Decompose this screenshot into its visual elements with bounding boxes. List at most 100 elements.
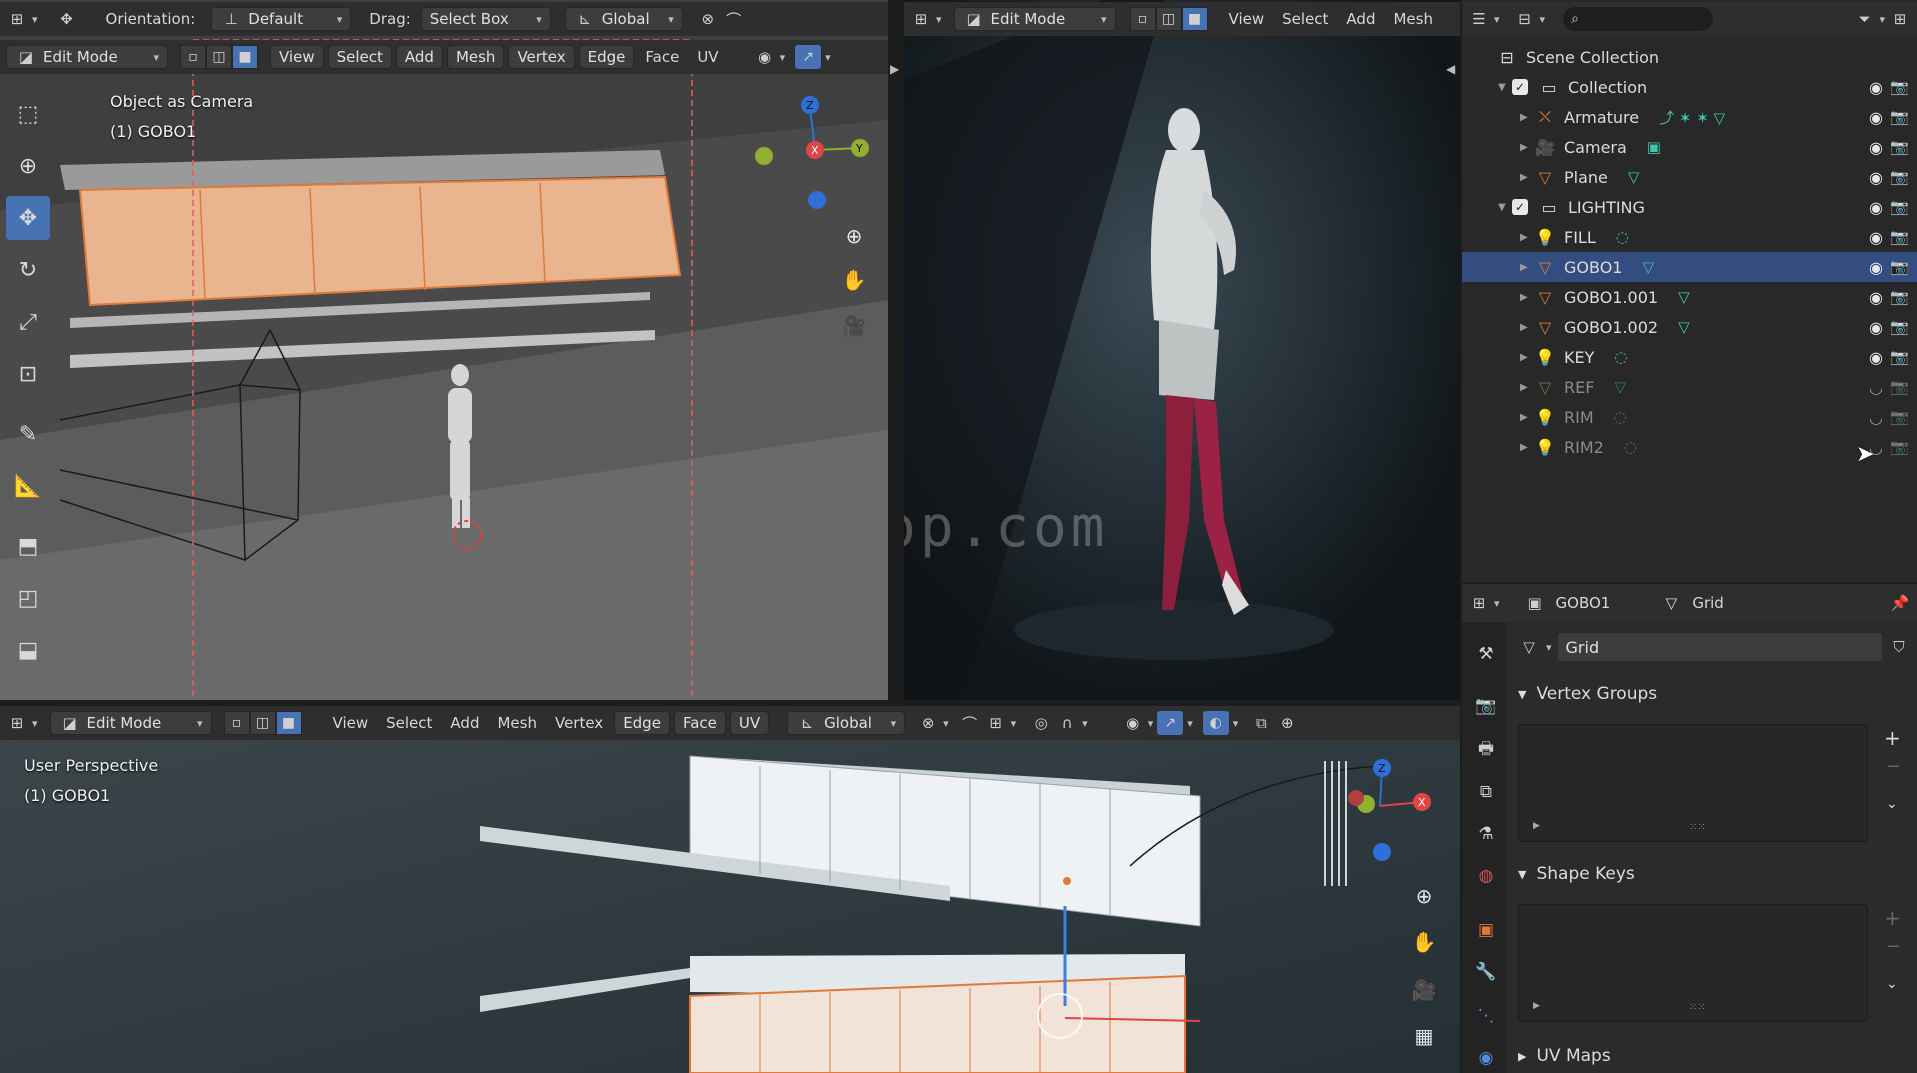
bottom-transform-dropdown[interactable]: ⊾ Global ▾ — [787, 711, 906, 735]
snap-icon[interactable]: ⌒ — [959, 712, 981, 734]
vertex-groups-list[interactable]: ▶ ⁙⁙ — [1518, 724, 1868, 842]
rotate-tool-icon[interactable]: ↻ — [6, 248, 50, 292]
pan-hand-icon[interactable]: ✋ — [1406, 924, 1442, 960]
pan-hand-icon[interactable]: ✋ — [836, 262, 872, 298]
annotate-tool-icon[interactable]: ✎ — [6, 412, 50, 456]
expand-right-triangle-icon[interactable]: ▶ — [1520, 412, 1534, 423]
bevel-tool-icon[interactable]: ⬓ — [6, 628, 50, 672]
navigation-gizmo[interactable]: Z Y X — [740, 90, 880, 210]
scene-tab-icon[interactable]: ⚗ — [1472, 820, 1500, 848]
falloff-icon[interactable]: ∩ — [1056, 712, 1078, 734]
chevron-down-icon[interactable]: ▾ — [1546, 641, 1552, 654]
cursor-tool-icon[interactable]: ⊕ — [6, 144, 50, 188]
expand-right-triangle-icon[interactable]: ▶ — [1520, 262, 1534, 273]
bottom-select-mode-toggle[interactable]: ▫ ◫ ■ — [223, 711, 302, 735]
menu-edge[interactable]: Edge — [578, 45, 635, 69]
modifier-tab-icon[interactable]: 🔧 — [1472, 958, 1500, 986]
outliner-row[interactable]: ▼ ✓ ▭ Collection ◉ 📷 — [1462, 72, 1917, 102]
output-tab-icon[interactable]: 🖶 — [1472, 736, 1500, 764]
exclude-checkbox[interactable]: ✓ — [1512, 199, 1528, 215]
eye-icon[interactable]: ◉ — [1869, 78, 1883, 97]
physics-tab-icon[interactable]: ◉ — [1472, 1044, 1500, 1072]
mode-dropdown[interactable]: ◪ Edit Mode ▾ — [6, 45, 168, 69]
menu-add[interactable]: Add — [395, 45, 443, 69]
outliner-row[interactable]: ▶ ▽ GOBO1.001 ▽ ◉ 📷 — [1462, 282, 1917, 312]
chevron-down-icon[interactable]: ▾ — [1494, 597, 1500, 610]
outliner-row[interactable]: ▶ 💡 RIM2 ◌ ◡ 📷 — [1462, 432, 1917, 462]
pivot-icon[interactable]: ⊗ — [917, 712, 939, 734]
extrude-tool-icon[interactable]: ⬒ — [6, 524, 50, 568]
render-camera-icon[interactable]: 📷 — [1890, 258, 1909, 276]
render-disabled-icon[interactable]: 📷 — [1890, 408, 1909, 426]
add-vertex-group-button[interactable]: + — [1884, 726, 1901, 750]
render-disabled-icon[interactable]: 📷 — [1890, 438, 1909, 456]
object-data-icon[interactable]: ▽ — [1614, 378, 1626, 396]
expand-right-triangle-icon[interactable]: ▶ — [1520, 382, 1534, 393]
render-camera-icon[interactable]: 📷 — [1890, 318, 1909, 336]
move-tool-icon[interactable]: ✥ — [56, 8, 78, 30]
chevron-down-icon[interactable]: ▾ — [1011, 717, 1017, 730]
expand-right-triangle-icon[interactable]: ▶ — [1520, 292, 1534, 303]
panel-collapse-arrow[interactable]: ▶ — [890, 62, 899, 76]
scene-collection-row[interactable]: ⊟ Scene Collection — [1462, 42, 1917, 72]
render-menu-select[interactable]: Select — [1275, 7, 1335, 31]
gizmo-toggle-icon[interactable]: ↗ — [1157, 711, 1184, 735]
menu-uv[interactable]: UV — [690, 45, 725, 69]
snap-increment-icon[interactable]: ⊞ — [985, 712, 1007, 734]
render-tab-icon[interactable]: 📷 — [1472, 692, 1500, 720]
expand-right-triangle-icon[interactable]: ▶ — [1520, 322, 1534, 333]
pivot-icon[interactable]: ⊗ — [697, 8, 719, 30]
eye-icon[interactable]: ◉ — [1869, 288, 1883, 307]
render-camera-icon[interactable]: 📷 — [1890, 78, 1909, 96]
proportional-edit-icon[interactable]: ◎ — [1030, 712, 1052, 734]
menu-select[interactable]: Select — [327, 45, 392, 69]
edge-select-icon[interactable]: ◫ — [206, 45, 232, 69]
visibility-icon[interactable]: ◉ — [754, 46, 776, 68]
snap-icon[interactable]: ⌒ — [723, 8, 745, 30]
select-box-tool-icon[interactable]: ⬚ — [6, 92, 50, 136]
vertex-groups-panel-header[interactable]: ▼ Vertex Groups — [1518, 676, 1910, 712]
outliner-search-input[interactable]: ⌕ — [1563, 7, 1714, 31]
expand-right-triangle-icon[interactable]: ▶ — [1520, 172, 1534, 183]
bottom-menu-mesh[interactable]: Mesh — [490, 711, 544, 735]
remove-shape-key-button[interactable]: − — [1886, 936, 1901, 957]
fake-user-shield-icon[interactable]: ⛉ — [1888, 636, 1910, 658]
editor-type-icon[interactable]: ⊞ — [6, 8, 28, 30]
outliner-row[interactable]: ▼ ✓ ▭ LIGHTING ◉ 📷 — [1462, 192, 1917, 222]
chevron-down-icon[interactable]: ▾ — [943, 717, 949, 730]
render-camera-icon[interactable]: 📷 — [1890, 198, 1909, 216]
bottom-menu-view[interactable]: View — [326, 711, 376, 735]
expand-down-triangle-icon[interactable]: ▼ — [1498, 202, 1512, 213]
render-menu-mesh[interactable]: Mesh — [1386, 7, 1440, 31]
bottom-menu-add[interactable]: Add — [443, 711, 486, 735]
chevron-down-icon[interactable]: ▾ — [780, 51, 786, 64]
tool-tab-icon[interactable]: ⚒ — [1472, 640, 1500, 668]
object-data-icon[interactable]: ◌ — [1616, 228, 1629, 246]
expand-right-triangle-icon[interactable]: ▶ — [1520, 442, 1534, 453]
expand-right-triangle-icon[interactable]: ▶ — [1520, 112, 1534, 123]
pin-icon[interactable]: 📌 — [1889, 592, 1911, 614]
bottom-menu-face[interactable]: Face — [673, 711, 726, 735]
chevron-down-icon[interactable]: ▾ — [1233, 717, 1239, 730]
transform-tool-icon[interactable]: ⊡ — [6, 352, 50, 396]
chevron-down-icon[interactable]: ▾ — [1082, 717, 1088, 730]
outliner-row[interactable]: ▶ 💡 FILL ◌ ◉ 📷 — [1462, 222, 1917, 252]
render-select-mode-toggle[interactable]: ▫ ◫ ■ — [1129, 7, 1208, 31]
vertex-select-icon[interactable]: ▫ — [1129, 7, 1156, 31]
xray-icon[interactable]: ⧉ — [1250, 712, 1272, 734]
add-shape-key-button[interactable]: + — [1884, 906, 1901, 930]
shape-keys-list[interactable]: ▶ ⁙⁙ — [1518, 904, 1868, 1022]
panel-collapse-arrow[interactable]: ◀ — [1446, 62, 1455, 76]
outliner-row[interactable]: ▶ ⛌ Armature ⤴ ✶ ✶ ▽ ◉ 📷 — [1462, 102, 1917, 132]
eye-icon[interactable]: ◉ — [1869, 198, 1883, 217]
render-mode-dropdown[interactable]: ◪ Edit Mode ▾ — [953, 7, 1116, 31]
menu-mesh[interactable]: Mesh — [446, 45, 505, 69]
editor-type-icon[interactable]: ⊞ — [6, 712, 28, 734]
outliner-row[interactable]: ▶ 💡 KEY ◌ ◉ 📷 — [1462, 342, 1917, 372]
chevron-down-icon[interactable]: ▾ — [1494, 13, 1500, 26]
chevron-down-icon[interactable]: ▾ — [1879, 13, 1885, 26]
select-mode-toggle[interactable]: ▫ ◫ ■ — [180, 45, 258, 69]
chevron-down-icon[interactable]: ▾ — [1148, 717, 1154, 730]
face-select-icon[interactable]: ■ — [1181, 7, 1208, 31]
filter-icon[interactable]: ⏷ — [1853, 8, 1875, 30]
